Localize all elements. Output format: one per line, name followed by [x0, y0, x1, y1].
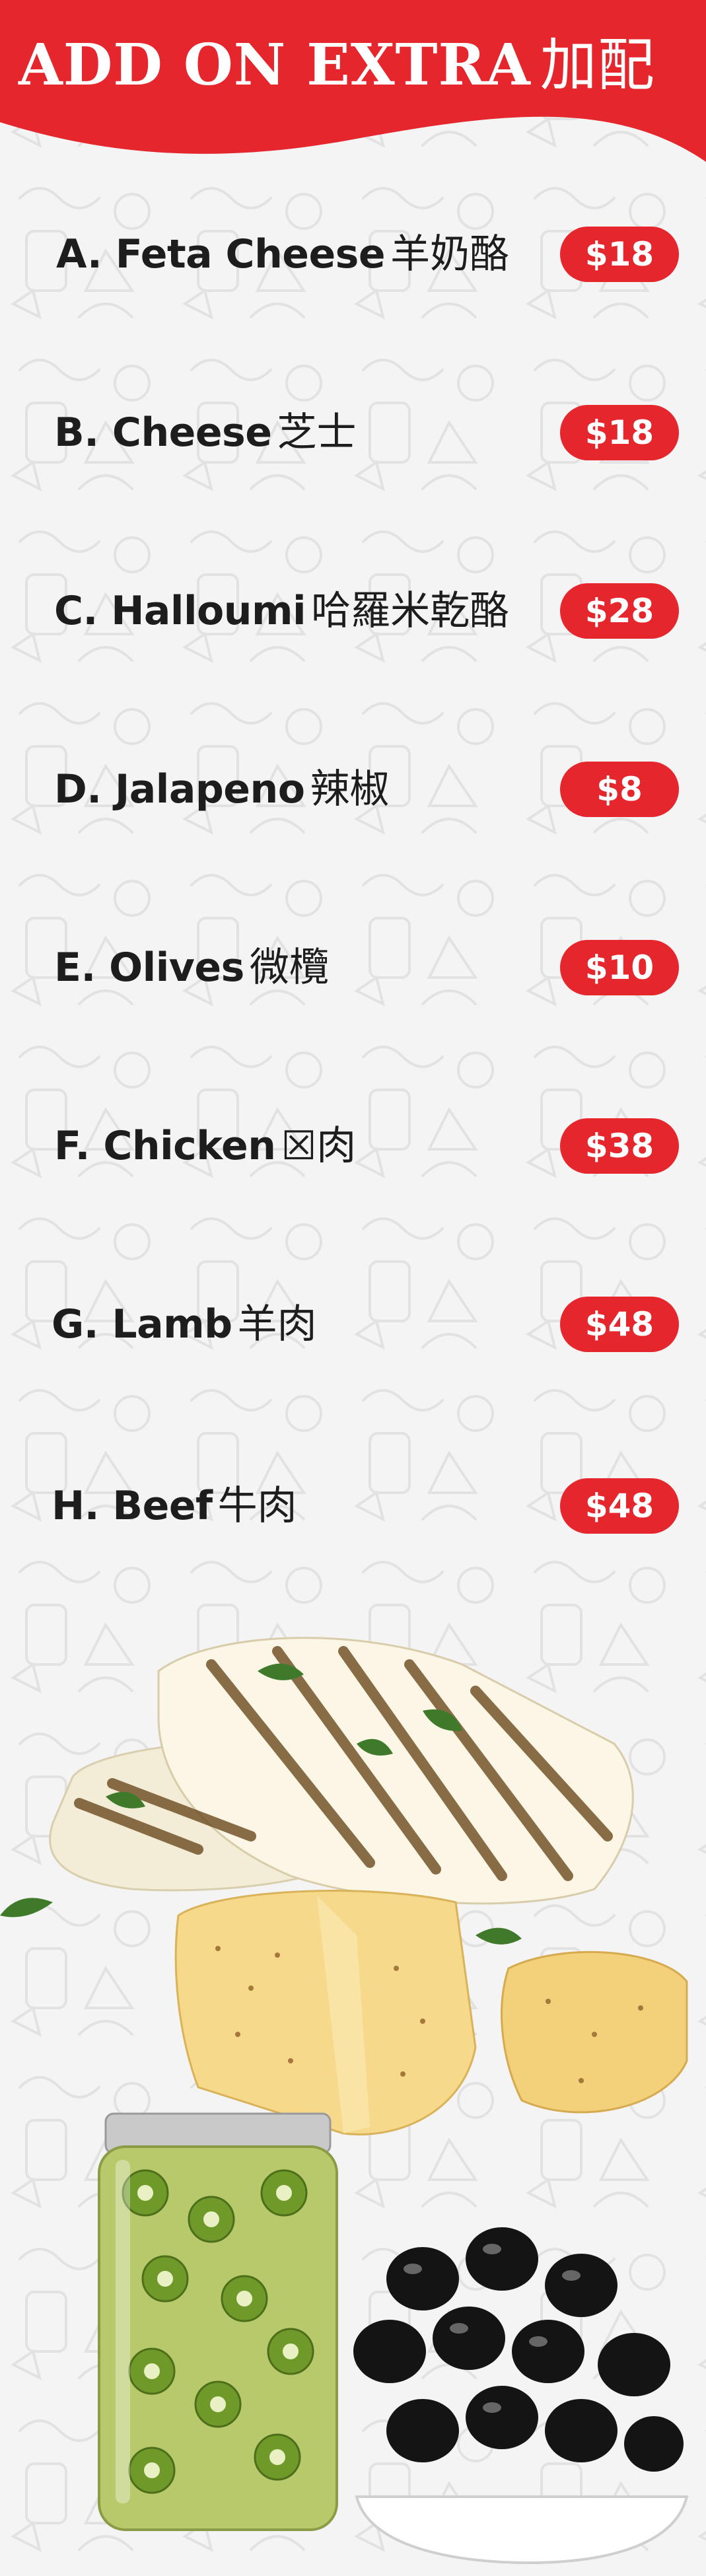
price-badge: $8 — [560, 762, 679, 817]
item-name-zh: 微欖 — [249, 945, 329, 991]
item-name: F. Chicken ☒肉 — [54, 1106, 356, 1186]
price-badge: $10 — [560, 940, 679, 995]
menu-item-jalapeno: D. Jalapeno 辣椒 $8 — [0, 750, 706, 829]
item-name: H. Beef 牛肉 — [52, 1466, 297, 1546]
item-name-en: D. Jalapeno — [54, 766, 305, 812]
item-name-en: E. Olives — [54, 945, 244, 991]
item-name-en: C. Halloumi — [54, 588, 306, 634]
item-name-zh: 羊奶酪 — [390, 231, 510, 277]
item-name: B. Cheese 芝士 — [54, 393, 356, 472]
menu-item-beef: H. Beef 牛肉 $48 — [0, 1466, 706, 1546]
header-banner: ADD ON EXTRA 加配 — [0, 0, 706, 162]
menu-item-cheese: B. Cheese 芝士 $18 — [0, 393, 706, 472]
item-name-zh: 羊肉 — [237, 1301, 317, 1347]
title-chinese: 加配 — [540, 32, 655, 98]
price-badge: $48 — [560, 1478, 679, 1534]
item-name-en: H. Beef — [52, 1483, 213, 1529]
menu-item-feta-cheese: A. Feta Cheese 羊奶酪 $18 — [0, 215, 706, 294]
menu-item-chicken: F. Chicken ☒肉 $38 — [0, 1106, 706, 1186]
item-name: C. Halloumi 哈羅米乾酪 — [54, 571, 509, 651]
item-name-zh: 芝士 — [277, 410, 357, 456]
page-title: ADD ON EXTRA 加配 — [18, 18, 655, 101]
cheese-image — [174, 1890, 688, 2135]
item-name: E. Olives 微欖 — [54, 928, 329, 1007]
item-name: A. Feta Cheese 羊奶酪 — [56, 215, 509, 294]
item-name: G. Lamb 羊肉 — [52, 1285, 317, 1364]
item-name-en: A. Feta Cheese — [56, 231, 386, 277]
jalapeno-jar-image — [98, 2112, 338, 2531]
price-badge: $48 — [560, 1297, 679, 1352]
food-illustrations — [0, 1637, 689, 2565]
price-badge: $28 — [560, 583, 679, 639]
item-name: D. Jalapeno 辣椒 — [54, 750, 389, 829]
item-name-zh: 辣椒 — [310, 766, 390, 812]
menu-item-lamb: G. Lamb 羊肉 $48 — [0, 1285, 706, 1364]
menu-item-olives: E. Olives 微欖 $10 — [0, 928, 706, 1007]
menu-item-halloumi: C. Halloumi 哈羅米乾酪 $28 — [0, 571, 706, 651]
price-badge: $18 — [560, 405, 679, 460]
item-name-en: B. Cheese — [54, 410, 272, 456]
item-name-en: F. Chicken — [54, 1123, 276, 1169]
item-name-en: G. Lamb — [52, 1301, 232, 1347]
item-name-zh: 牛肉 — [217, 1483, 297, 1529]
price-badge: $18 — [560, 227, 679, 282]
item-name-zh: 哈羅米乾酪 — [311, 588, 510, 634]
item-name-zh: ☒肉 — [281, 1123, 357, 1169]
title-english: ADD ON EXTRA — [18, 32, 531, 98]
olives-bowl-image — [353, 2227, 689, 2565]
price-badge: $38 — [560, 1118, 679, 1174]
